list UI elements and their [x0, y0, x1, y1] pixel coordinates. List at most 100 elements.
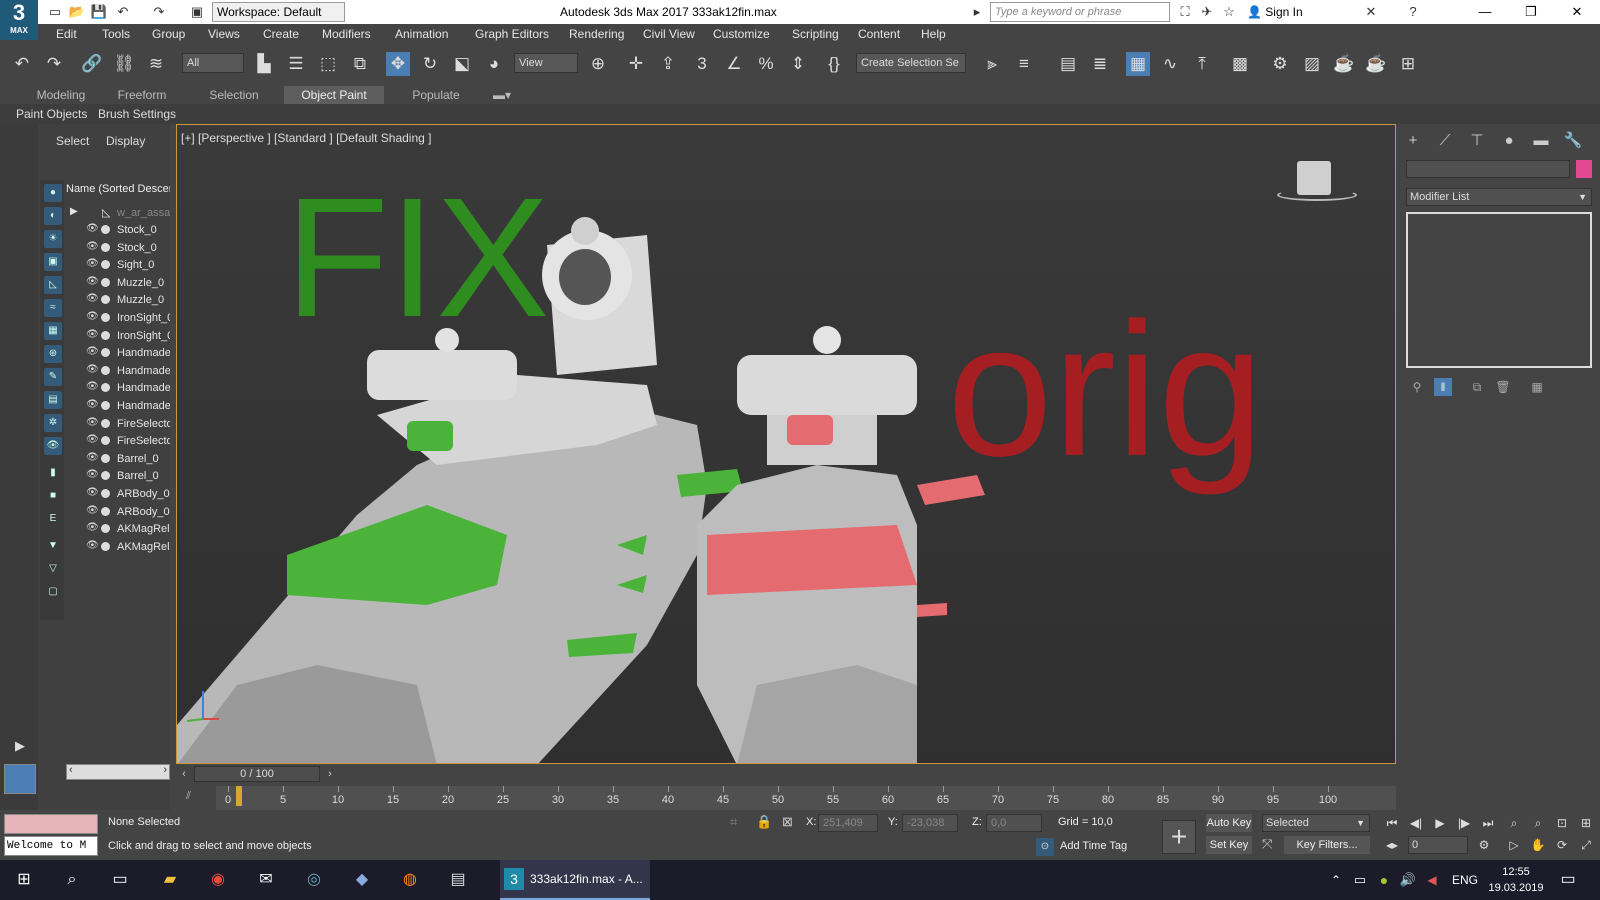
- go-to-end-icon[interactable]: ⏭: [1478, 814, 1498, 832]
- reference-coordinate-dropdown[interactable]: View: [514, 53, 578, 73]
- undo-icon[interactable]: ↶: [10, 52, 34, 76]
- scene-object-row[interactable]: 👁 AKMagRelease_0: [66, 539, 170, 556]
- visibility-eye-icon[interactable]: 👁: [86, 346, 99, 357]
- task-view-icon[interactable]: ▭: [108, 868, 132, 892]
- select-by-name-icon[interactable]: ☰: [284, 52, 308, 76]
- link-icon[interactable]: 🔗: [80, 52, 104, 76]
- maxscript-output[interactable]: Welcome to M: [4, 836, 98, 856]
- create-tab-icon[interactable]: +: [1402, 130, 1424, 152]
- help-icon[interactable]: ?: [1404, 3, 1422, 21]
- render-toggle-icon[interactable]: [101, 348, 110, 358]
- zoom-extents-all-icon[interactable]: ⊞: [1576, 814, 1596, 832]
- render-toggle-icon[interactable]: [101, 365, 110, 375]
- workspace-dropdown[interactable]: Workspace: Default: [212, 2, 345, 22]
- select-manipulate-icon[interactable]: ✛: [624, 52, 648, 76]
- display-xrefs-icon[interactable]: ⊛: [44, 345, 62, 363]
- zoom-all-icon[interactable]: ⌕: [1528, 814, 1548, 832]
- visibility-eye-icon[interactable]: 👁: [86, 311, 99, 322]
- time-slider-right-icon[interactable]: ›: [322, 766, 338, 782]
- undo-icon[interactable]: ↶: [114, 3, 132, 21]
- pin-stack-icon[interactable]: ⚲: [1408, 378, 1426, 396]
- scene-object-row[interactable]: 👁 Handmade_0: [66, 363, 170, 380]
- isolate-selection-icon[interactable]: ⌗: [730, 814, 737, 830]
- key-mode-toggle-icon[interactable]: ◂▸: [1382, 836, 1402, 854]
- menu-group[interactable]: Group: [152, 24, 185, 44]
- time-tag-icon[interactable]: ⊙: [1036, 838, 1054, 856]
- y-coordinate-field[interactable]: -23,038: [902, 814, 958, 832]
- menu-create[interactable]: Create: [263, 24, 299, 44]
- scene-object-row[interactable]: 👁 FireSelector_0: [66, 433, 170, 450]
- scene-object-row[interactable]: 👁 Barrel_0: [66, 468, 170, 485]
- select-object-icon[interactable]: ▙: [252, 52, 276, 76]
- new-file-icon[interactable]: ▭: [46, 3, 64, 21]
- motion-tab-icon[interactable]: ●: [1498, 130, 1520, 152]
- scene-group-row[interactable]: ▶ ◺ w_ar_assault_ak12: [66, 205, 170, 222]
- render-toggle-icon[interactable]: [101, 242, 110, 252]
- viewport-layout-icon[interactable]: [4, 764, 36, 794]
- notifications-icon[interactable]: ▭: [1556, 868, 1580, 892]
- edit-named-selection-icon[interactable]: {}: [822, 52, 846, 76]
- menu-scripting[interactable]: Scripting: [792, 24, 839, 44]
- scene-object-row[interactable]: 👁 Muzzle_0: [66, 275, 170, 292]
- volume-icon[interactable]: 🔊: [1396, 868, 1420, 892]
- language-indicator[interactable]: ENG: [1452, 860, 1478, 900]
- menu-rendering[interactable]: Rendering: [569, 24, 624, 44]
- pan-icon[interactable]: ✋: [1528, 836, 1548, 854]
- modifier-list-dropdown[interactable]: Modifier List ▼: [1406, 188, 1592, 206]
- render-toggle-icon[interactable]: [101, 506, 110, 516]
- scene-object-row[interactable]: 👁 Handmade_0: [66, 380, 170, 397]
- render-toggle-icon[interactable]: [101, 436, 110, 446]
- pivot-center-icon[interactable]: ⊕: [586, 52, 610, 76]
- display-frozen-icon[interactable]: 👁: [44, 437, 62, 455]
- visibility-eye-icon[interactable]: 👁: [86, 258, 99, 269]
- display-shapes-icon[interactable]: ◐: [44, 207, 62, 225]
- make-unique-icon[interactable]: ⧉: [1468, 378, 1486, 396]
- expand-triangle-icon[interactable]: ▶: [70, 206, 78, 217]
- current-frame-field[interactable]: 0: [1408, 836, 1468, 854]
- bind-space-warp-icon[interactable]: ≋: [144, 52, 168, 76]
- layer-explorer-icon[interactable]: ≣: [1088, 52, 1112, 76]
- network-icon[interactable]: ▭: [1348, 868, 1372, 892]
- scene-object-row[interactable]: 👁 Muzzle_0: [66, 292, 170, 309]
- visibility-eye-icon[interactable]: 👁: [86, 469, 99, 480]
- menu-help[interactable]: Help: [921, 24, 946, 44]
- modify-tab-icon[interactable]: ⟋: [1434, 130, 1456, 152]
- close-icon[interactable]: ✕: [1554, 0, 1600, 24]
- maximize-viewport-icon[interactable]: ⤢: [1576, 836, 1596, 854]
- render-toggle-icon[interactable]: [101, 277, 110, 287]
- redo-icon[interactable]: ↷: [42, 52, 66, 76]
- select-and-place-icon[interactable]: ◕: [482, 52, 506, 76]
- render-setup-icon[interactable]: ⚙: [1268, 52, 1292, 76]
- paint-objects-button[interactable]: Paint Objects: [16, 104, 87, 124]
- display-groups-icon[interactable]: ▦: [44, 322, 62, 340]
- minimize-icon[interactable]: —: [1462, 0, 1508, 24]
- x-coordinate-field[interactable]: 251,409: [818, 814, 878, 832]
- select-and-scale-icon[interactable]: ⬕: [450, 52, 474, 76]
- scene-object-row[interactable]: 👁 ARBody_0: [66, 486, 170, 503]
- modifier-stack[interactable]: [1406, 212, 1592, 368]
- render-toggle-icon[interactable]: [101, 524, 110, 534]
- render-toggle-icon[interactable]: [101, 295, 110, 305]
- search-input[interactable]: Type a keyword or phrase: [990, 2, 1170, 22]
- previous-frame-icon[interactable]: ◀|: [1406, 814, 1426, 832]
- spinner-snap-icon[interactable]: ⇕: [786, 52, 810, 76]
- auto-key-button[interactable]: Auto Key: [1206, 814, 1252, 832]
- playhead[interactable]: [236, 786, 242, 806]
- visibility-eye-icon[interactable]: 👁: [86, 241, 99, 252]
- filter-active-icon[interactable]: ▽: [44, 560, 62, 578]
- expand-arrow-icon[interactable]: ▸: [968, 3, 986, 21]
- field-of-view-icon[interactable]: ▷: [1504, 836, 1524, 854]
- display-bones-icon[interactable]: ✎: [44, 368, 62, 386]
- scene-tab-select[interactable]: Select: [56, 134, 89, 148]
- scene-scrollbar[interactable]: ‹ ›: [66, 764, 170, 780]
- configure-modifier-sets-icon[interactable]: ▦: [1528, 378, 1546, 396]
- visibility-eye-icon[interactable]: 👁: [86, 540, 99, 551]
- absolute-mode-icon[interactable]: ⊠: [782, 814, 793, 830]
- scene-object-row[interactable]: 👁 ARBody_0: [66, 504, 170, 521]
- visibility-eye-icon[interactable]: 👁: [86, 505, 99, 516]
- scene-object-row[interactable]: 👁 IronSight_0: [66, 310, 170, 327]
- go-to-start-icon[interactable]: ⏮: [1382, 814, 1402, 832]
- scene-object-row[interactable]: 👁 Barrel_0: [66, 451, 170, 468]
- menu-tools[interactable]: Tools: [102, 24, 130, 44]
- scene-object-row[interactable]: 👁 Sight_0: [66, 257, 170, 274]
